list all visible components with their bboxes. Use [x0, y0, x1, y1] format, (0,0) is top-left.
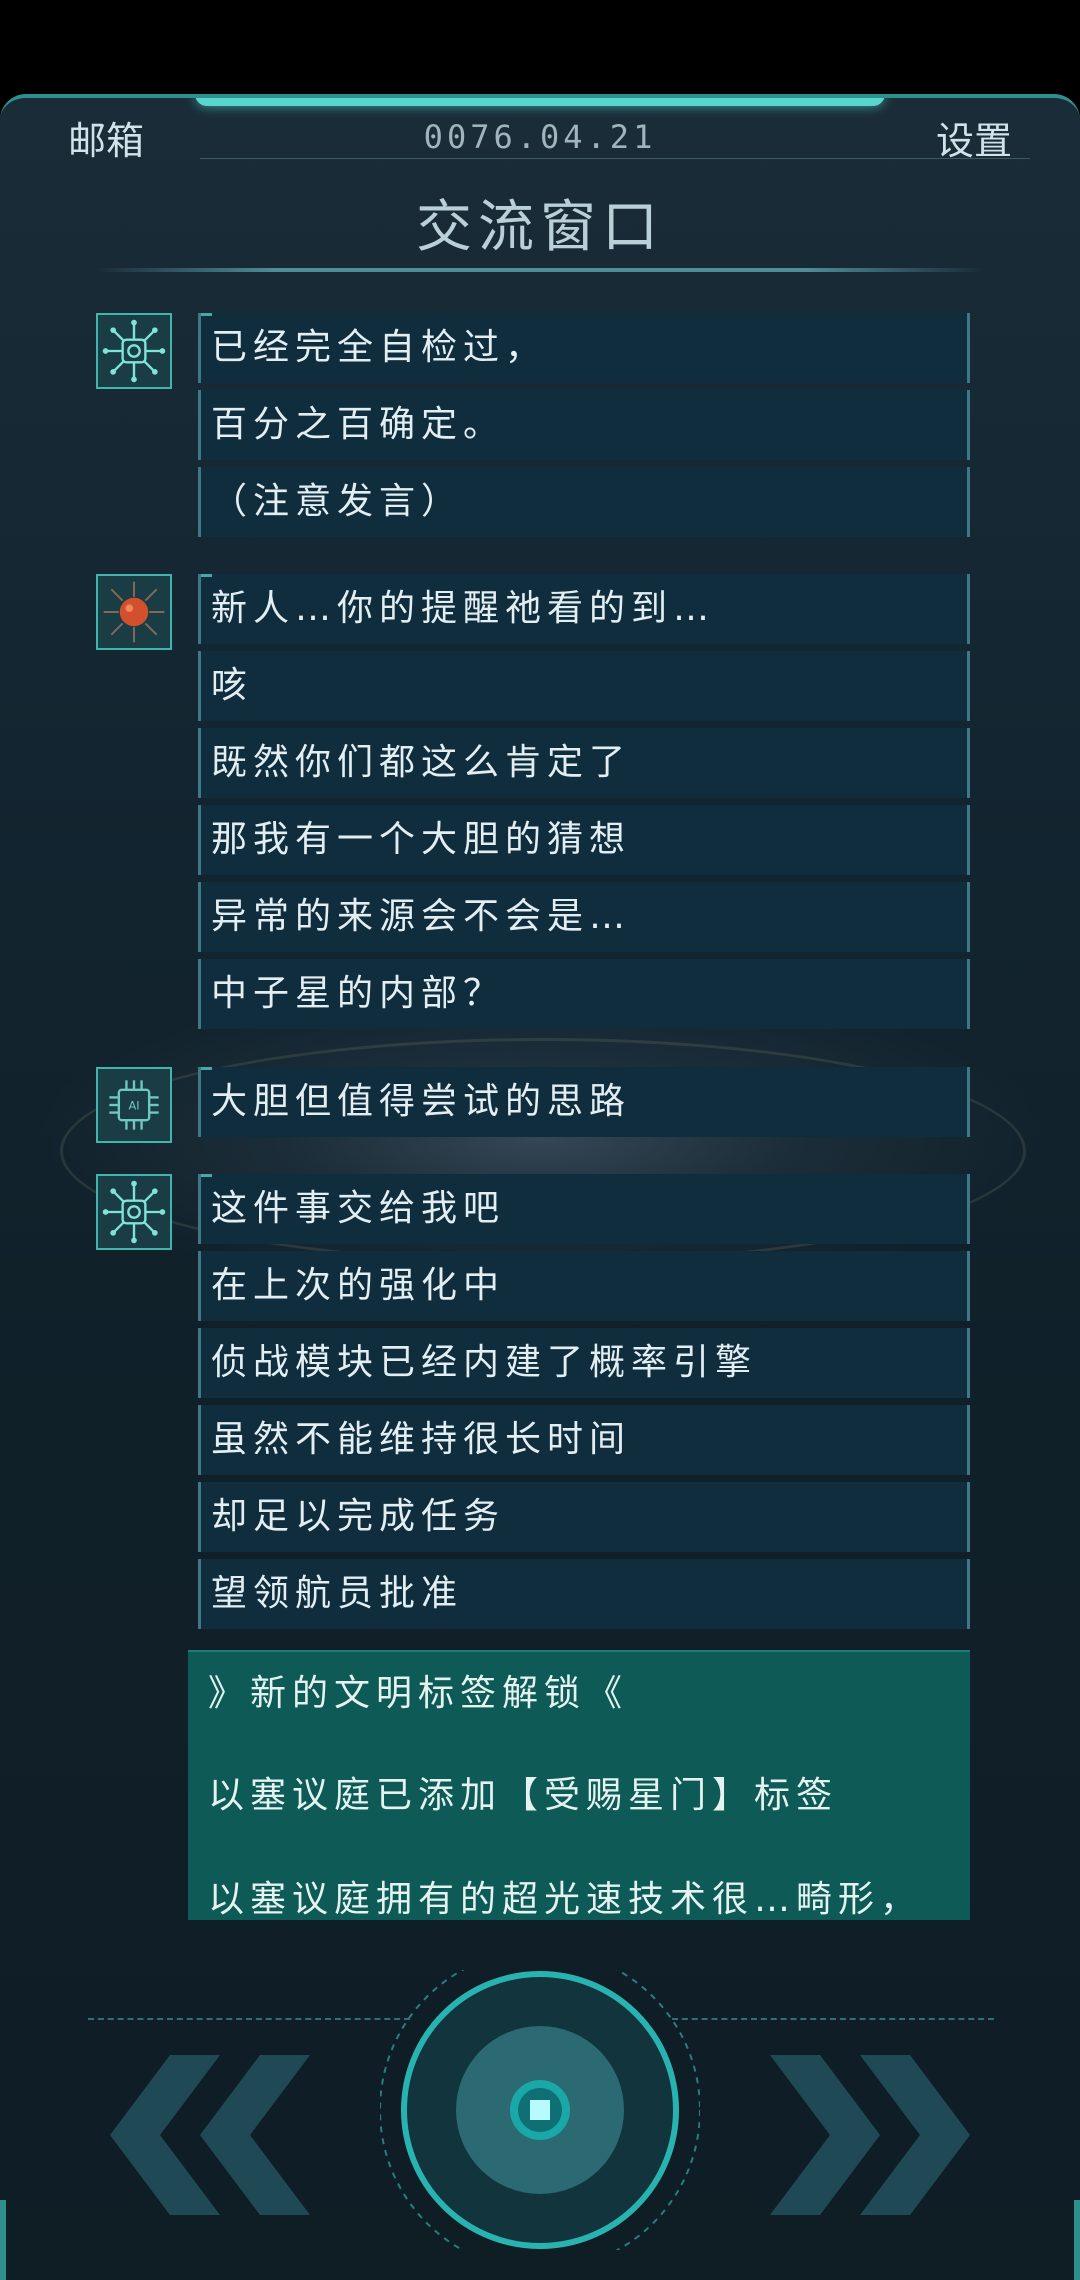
chat-message: 中子星的内部？	[198, 959, 970, 1029]
unlock-line-2: 以塞议庭拥有的超光速技术很…畸形，	[208, 1879, 923, 1920]
unlock-notice: 》新的文明标签解锁《 以塞议庭已添加【受赐星门】标签 以塞议庭拥有的超光速技术很…	[188, 1650, 970, 1920]
circuit-chip-icon[interactable]	[96, 1174, 172, 1250]
frame-edge-right	[1074, 2200, 1080, 2280]
top-glow-bar	[195, 98, 885, 106]
circuit-chip-icon[interactable]	[96, 313, 172, 389]
red-orb-circuit-icon[interactable]	[96, 574, 172, 650]
chat-message: 望领航员批准	[198, 1559, 970, 1629]
double-chevron-left-icon[interactable]	[100, 2055, 320, 2215]
chat-message: 却足以完成任务	[198, 1482, 970, 1552]
status-bar	[0, 0, 1080, 94]
chat-message: 侦战模块已经内建了概率引擎	[198, 1328, 970, 1398]
chat-message: 新人…你的提醒祂看的到…	[198, 574, 970, 644]
header-divider	[200, 158, 1030, 159]
double-chevron-right-icon[interactable]	[760, 2055, 980, 2215]
title-underline	[95, 268, 985, 272]
record-button-icon[interactable]	[380, 1970, 700, 2250]
controls-divider-left	[88, 2018, 410, 2020]
unlock-heading: 》新的文明标签解锁《	[208, 1673, 629, 1714]
svg-text:AI: AI	[128, 1099, 139, 1113]
chat-message: 在上次的强化中	[198, 1251, 970, 1321]
unlock-line-1: 以塞议庭已添加【受赐星门】标签	[208, 1775, 839, 1816]
chat-message: 那我有一个大胆的猜想	[198, 805, 970, 875]
date-display: 0076.04.21	[423, 118, 657, 156]
controls-divider-right	[672, 2018, 994, 2020]
page-title: 交流窗口	[416, 195, 664, 260]
chat-message: 已经完全自检过，	[198, 313, 970, 383]
chat-message: 咳	[198, 651, 970, 721]
ai-chip-icon[interactable]: AI	[96, 1067, 172, 1143]
chat-message: 既然你们都这么肯定了	[198, 728, 970, 798]
settings-button[interactable]: 设置	[936, 110, 1012, 165]
chat-message: （注意发言）	[198, 467, 970, 537]
app-screen: 邮箱 0076.04.21 设置 交流窗口 已经完全自检过， 百分之百确定。 （…	[0, 0, 1080, 2280]
chat-message: 异常的来源会不会是…	[198, 882, 970, 952]
chat-message: 虽然不能维持很长时间	[198, 1405, 970, 1475]
chat-message: 大胆但值得尝试的思路	[198, 1067, 970, 1137]
chat-message: 百分之百确定。	[198, 390, 970, 460]
frame-edge-left	[0, 2200, 6, 2280]
chat-message: 这件事交给我吧	[198, 1174, 970, 1244]
